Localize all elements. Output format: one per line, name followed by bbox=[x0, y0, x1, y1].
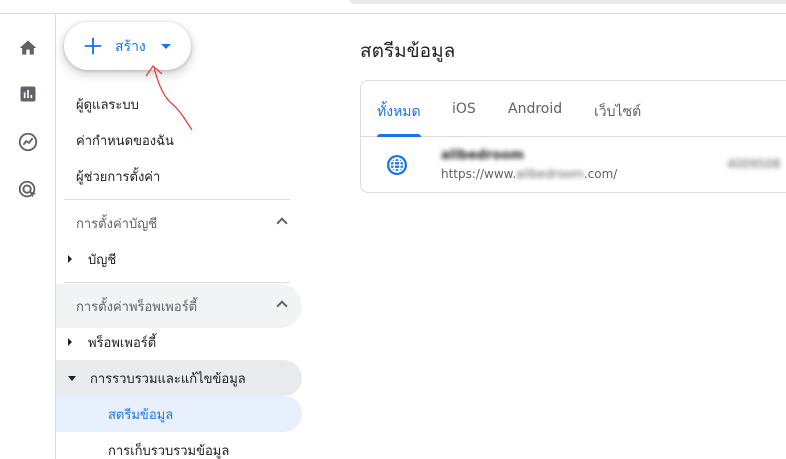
divider bbox=[64, 282, 290, 283]
stream-name: alibedroom bbox=[441, 148, 524, 163]
section-title: การตั้งค่าพร็อพเพอร์ตี้ bbox=[76, 299, 198, 315]
top-bar-shadow bbox=[350, 0, 786, 4]
account-settings-section[interactable]: การตั้งค่าบัญชี bbox=[56, 201, 302, 245]
nav-item-label: การรวบรวมและแก้ไขข้อมูล bbox=[90, 371, 246, 387]
nav-item-admin[interactable]: ผู้ดูแลระบบ bbox=[56, 86, 302, 122]
collapse-arrow-icon bbox=[68, 375, 76, 381]
expand-arrow-icon bbox=[68, 338, 72, 346]
globe-icon bbox=[387, 155, 407, 175]
tab-all[interactable]: ทั้งหมด bbox=[377, 101, 421, 123]
stream-url-prefix: https://www. bbox=[441, 167, 517, 181]
advertising-icon[interactable] bbox=[16, 178, 40, 202]
tab-android[interactable]: Android bbox=[508, 101, 562, 117]
icon-rail bbox=[0, 14, 56, 459]
stream-row[interactable]: alibedroom https://www.alibedroom.com/ 4… bbox=[361, 137, 786, 192]
tab-website[interactable]: เว็บไซต์ bbox=[594, 101, 641, 123]
platform-tabs: ทั้งหมด iOS Android เว็บไซต์ bbox=[361, 81, 786, 137]
nav-item-label: พร็อพเพอร์ตี้ bbox=[88, 335, 157, 351]
stream-id: 4009508 bbox=[727, 157, 781, 171]
data-streams-card: ทั้งหมด iOS Android เว็บไซต์ alibedroom … bbox=[360, 80, 786, 193]
nav-item-label: บัญชี bbox=[88, 252, 117, 268]
divider bbox=[64, 199, 290, 200]
home-icon[interactable] bbox=[16, 36, 40, 60]
nav-item-setup-assistant[interactable]: ผู้ช่วยการตั้งค่า bbox=[56, 158, 302, 194]
chevron-up-icon bbox=[276, 217, 288, 229]
tab-ios[interactable]: iOS bbox=[452, 101, 476, 117]
nav-item-account[interactable]: บัญชี bbox=[56, 241, 302, 277]
section-title: การตั้งค่าบัญชี bbox=[76, 216, 158, 232]
expand-arrow-icon bbox=[68, 255, 72, 263]
nav-item-label: ผู้ดูแลระบบ bbox=[76, 97, 139, 113]
stream-url-suffix: .com/ bbox=[583, 167, 618, 181]
nav-item-data-streams[interactable]: สตรีมข้อมูล bbox=[56, 396, 302, 432]
stream-url: https://www.alibedroom.com/ bbox=[441, 167, 617, 181]
nav-item-label: การเก็บรวบรวมข้อมูล bbox=[108, 443, 230, 459]
nav-item-preferences[interactable]: ค่ากำหนดของฉัน bbox=[56, 122, 302, 158]
property-settings-section[interactable]: การตั้งค่าพร็อพเพอร์ตี้ bbox=[56, 284, 302, 328]
nav-item-label: ผู้ช่วยการตั้งค่า bbox=[76, 169, 161, 185]
explore-icon[interactable] bbox=[16, 130, 40, 154]
nav-item-label: ค่ากำหนดของฉัน bbox=[76, 133, 174, 149]
page-title: สตรีมข้อมูล bbox=[360, 40, 456, 62]
stream-url-domain: alibedroom bbox=[516, 167, 584, 181]
admin-nav: ผู้ดูแลระบบ ค่ากำหนดของฉัน ผู้ช่วยการตั้… bbox=[56, 0, 316, 459]
nav-item-data-collection-modification[interactable]: การรวบรวมและแก้ไขข้อมูล bbox=[56, 360, 302, 396]
nav-item-label: สตรีมข้อมูล bbox=[108, 407, 174, 423]
reports-icon[interactable] bbox=[16, 82, 40, 106]
nav-item-data-collection[interactable]: การเก็บรวบรวมข้อมูล bbox=[56, 432, 302, 459]
nav-item-property[interactable]: พร็อพเพอร์ตี้ bbox=[56, 324, 302, 360]
chevron-up-icon bbox=[276, 300, 288, 312]
